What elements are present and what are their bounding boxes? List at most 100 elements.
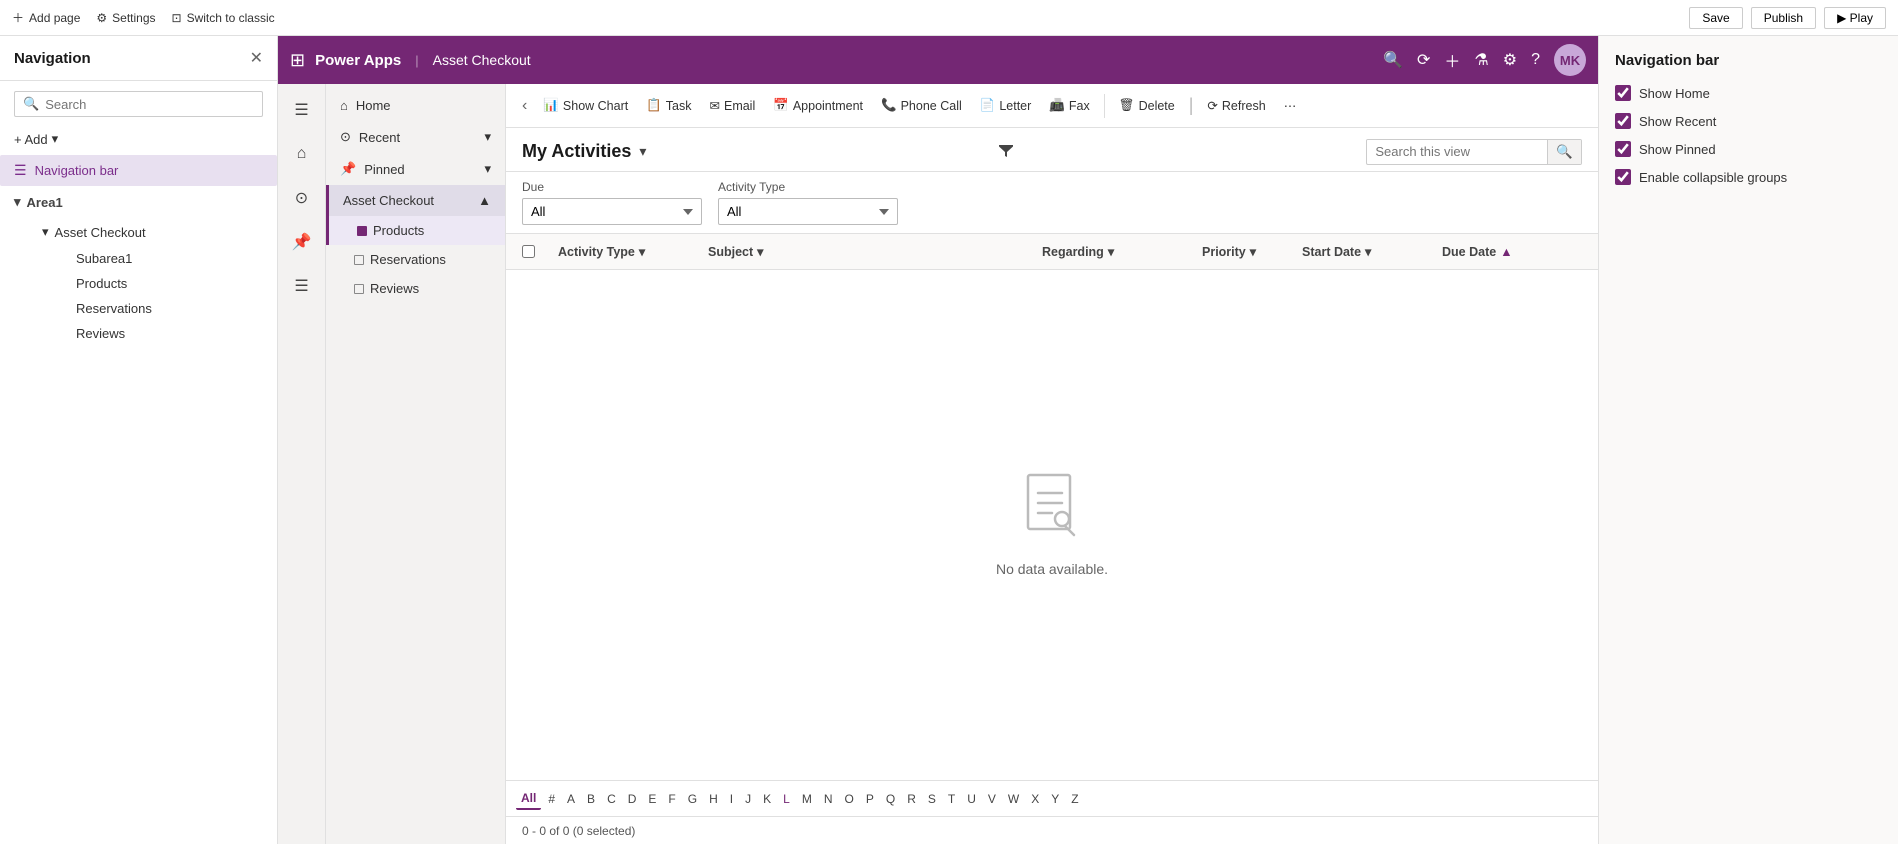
close-left-panel-button[interactable]: ✕ <box>250 48 263 68</box>
recent-nav-item[interactable]: ⊙ Recent ▾ <box>326 121 505 153</box>
back-button[interactable]: ‹ <box>516 93 533 119</box>
show-pinned-checkbox[interactable] <box>1615 141 1631 157</box>
alpha-btn-s[interactable]: S <box>923 789 941 809</box>
alpha-btn-a[interactable]: A <box>562 789 580 809</box>
alpha-btn-c[interactable]: C <box>602 789 621 809</box>
enable-collapsible-checkbox[interactable] <box>1615 169 1631 185</box>
alpha-btn-f[interactable]: F <box>663 789 680 809</box>
reservations-nav-item[interactable]: Reservations <box>326 245 505 274</box>
help-header-icon[interactable]: ? <box>1531 51 1540 69</box>
alpha-btn-r[interactable]: R <box>902 789 921 809</box>
select-all-checkbox[interactable] <box>522 245 535 258</box>
alpha-btn-n[interactable]: N <box>819 789 838 809</box>
col-priority-header[interactable]: Priority ▾ <box>1202 244 1302 259</box>
col-regarding-header[interactable]: Regarding ▾ <box>1042 244 1202 259</box>
alpha-btn-all[interactable]: All <box>516 788 541 810</box>
subarea1-item[interactable]: Subarea1 <box>34 246 277 271</box>
alpha-btn-p[interactable]: P <box>861 789 879 809</box>
add-button[interactable]: + Add ▾ <box>14 131 263 147</box>
alpha-btn-j[interactable]: J <box>740 789 756 809</box>
avatar[interactable]: MK <box>1554 44 1586 76</box>
nav-bar-item[interactable]: ☰ Navigation bar <box>0 155 277 186</box>
products-nav-item[interactable]: Products <box>326 216 505 245</box>
show-home-checkbox[interactable] <box>1615 85 1631 101</box>
sidebar-bookmark-btn[interactable]: ☰ <box>284 268 320 304</box>
alpha-btn-i[interactable]: I <box>725 789 738 809</box>
area1-section[interactable]: ▾ Area1 <box>0 186 277 218</box>
view-search-button[interactable]: 🔍 <box>1547 140 1581 164</box>
view-chevron-icon[interactable]: ▾ <box>639 143 646 160</box>
view-search-input[interactable] <box>1367 140 1547 163</box>
appointment-button[interactable]: 📅 Appointment <box>765 94 871 117</box>
alpha-btn-#[interactable]: # <box>543 789 560 809</box>
col-activity-type-header[interactable]: Activity Type ▾ <box>558 244 708 259</box>
alpha-btn-w[interactable]: W <box>1003 789 1024 809</box>
due-filter-select[interactable]: All <box>522 198 702 225</box>
fax-button[interactable]: 📠 Fax <box>1041 94 1097 117</box>
save-button[interactable]: Save <box>1689 7 1742 29</box>
alpha-btn-t[interactable]: T <box>943 789 960 809</box>
more-button[interactable]: ⋯ <box>1276 94 1305 117</box>
asset-checkout-nav-item[interactable]: Asset Checkout ▲ <box>326 185 505 216</box>
phone-call-button[interactable]: 📞 Phone Call <box>873 94 970 117</box>
sidebar-recent-btn[interactable]: ⊙ <box>284 180 320 216</box>
alpha-btn-b[interactable]: B <box>582 789 600 809</box>
show-pinned-option[interactable]: Show Pinned <box>1615 141 1882 157</box>
email-icon: ✉ <box>710 98 720 113</box>
show-chart-button[interactable]: 📊 Show Chart <box>535 94 636 117</box>
settings-header-icon[interactable]: ⚙ <box>1503 50 1517 70</box>
alpha-btn-y[interactable]: Y <box>1046 789 1064 809</box>
task-button[interactable]: 📋 Task <box>638 94 699 117</box>
alpha-btn-h[interactable]: H <box>704 789 723 809</box>
grid-icon[interactable]: ⊞ <box>290 50 305 71</box>
fax-icon: 📠 <box>1049 98 1065 113</box>
alpha-btn-g[interactable]: G <box>683 789 702 809</box>
switch-classic-button[interactable]: ⊡ Switch to classic <box>172 11 275 25</box>
reviews-left-item[interactable]: Reviews <box>34 321 277 346</box>
sidebar-home-btn[interactable]: ⌂ <box>284 136 320 172</box>
search-header-icon[interactable]: 🔍 <box>1383 50 1403 70</box>
search-input[interactable] <box>45 97 254 112</box>
enable-collapsible-option[interactable]: Enable collapsible groups <box>1615 169 1882 185</box>
col-subject-header[interactable]: Subject ▾ <box>708 244 1042 259</box>
letter-button[interactable]: 📄 Letter <box>972 94 1040 117</box>
col-start-date-header[interactable]: Start Date ▾ <box>1302 244 1442 259</box>
alpha-btn-e[interactable]: E <box>643 789 661 809</box>
pinned-nav-item[interactable]: 📌 Pinned ▾ <box>326 153 505 185</box>
home-nav-item[interactable]: ⌂ Home <box>326 90 505 121</box>
alpha-btn-x[interactable]: X <box>1026 789 1044 809</box>
view-filter-button[interactable] <box>992 138 1020 165</box>
alpha-btn-q[interactable]: Q <box>881 789 900 809</box>
activity-type-filter-select[interactable]: All <box>718 198 898 225</box>
view-header: My Activities ▾ 🔍 <box>506 128 1598 172</box>
filter-header-icon[interactable]: ⚗ <box>1474 50 1488 70</box>
show-recent-option[interactable]: Show Recent <box>1615 113 1882 129</box>
publish-button[interactable]: Publish <box>1751 7 1816 29</box>
asset-checkout-item[interactable]: ▾ Asset Checkout <box>14 218 277 246</box>
play-button[interactable]: ▶ Play <box>1824 7 1886 29</box>
alpha-btn-l[interactable]: L <box>778 789 795 809</box>
alpha-btn-o[interactable]: O <box>840 789 859 809</box>
alpha-btn-k[interactable]: K <box>758 789 776 809</box>
col-due-date-header[interactable]: Due Date ▲ <box>1442 245 1582 259</box>
delete-button[interactable]: 🗑 Delete <box>1111 94 1183 117</box>
table-check-all[interactable] <box>522 245 558 258</box>
alpha-btn-v[interactable]: V <box>983 789 1001 809</box>
show-home-option[interactable]: Show Home <box>1615 85 1882 101</box>
products-left-item[interactable]: Products <box>34 271 277 296</box>
sidebar-pin-btn[interactable]: 📌 <box>284 224 320 260</box>
reservations-left-item[interactable]: Reservations <box>34 296 277 321</box>
plus-header-icon[interactable]: ＋ <box>1444 48 1460 72</box>
settings-button[interactable]: ⚙ Settings <box>96 11 155 25</box>
show-recent-checkbox[interactable] <box>1615 113 1631 129</box>
add-page-button[interactable]: ＋ Add page <box>12 9 80 26</box>
alpha-btn-z[interactable]: Z <box>1066 789 1083 809</box>
alpha-btn-u[interactable]: U <box>962 789 981 809</box>
refresh-button[interactable]: ⟳ Refresh <box>1199 94 1273 117</box>
alpha-btn-d[interactable]: D <box>623 789 642 809</box>
sidebar-hamburger-btn[interactable]: ☰ <box>284 92 320 128</box>
email-button[interactable]: ✉ Email <box>702 94 764 117</box>
reviews-nav-item[interactable]: Reviews <box>326 274 505 303</box>
alpha-btn-m[interactable]: M <box>797 789 817 809</box>
circle-arrow-icon[interactable]: ⟳ <box>1417 50 1430 70</box>
